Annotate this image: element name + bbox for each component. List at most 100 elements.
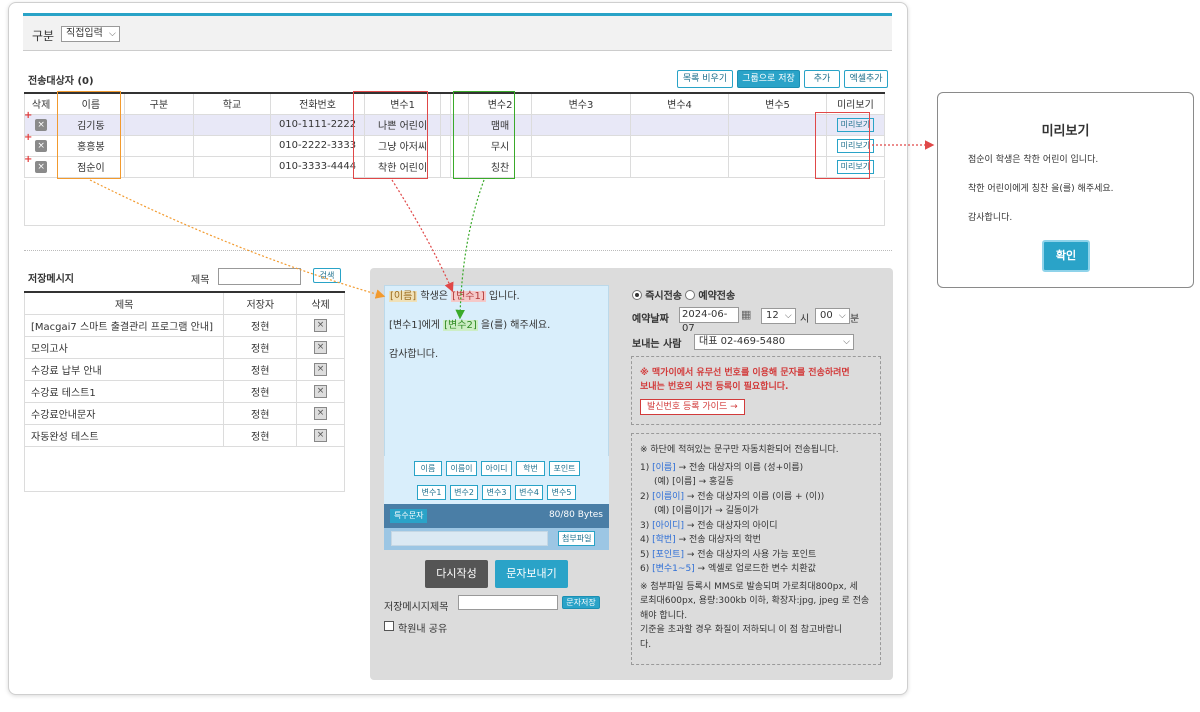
saved-author: 정현 (223, 379, 298, 403)
table-row[interactable]: [Macgai7 스마트 출결관리 프로그램 안내] 정현 × (23, 313, 345, 337)
rewrite-button[interactable]: 다시작성 (425, 560, 488, 588)
expand-icon[interactable]: + (24, 154, 32, 165)
cell-phone: 010-2222-3333 (269, 134, 366, 157)
sender-guide-button[interactable]: 발신번호 등록 가이드 → (640, 399, 745, 415)
saved-title[interactable]: 수강료 납부 안내 (23, 357, 225, 381)
confirm-button[interactable]: 확인 (1042, 240, 1090, 272)
preview-column-highlight (815, 112, 870, 179)
reserve-radio[interactable] (685, 290, 696, 300)
saved-author: 정현 (223, 401, 298, 425)
send-type-group: 즉시전송 예약전송 (632, 287, 735, 302)
saved-title[interactable]: 모의고사 (23, 335, 225, 359)
guide-head: ※ 하단에 적혀있는 문구만 자동치환되어 전송됩니다. (640, 445, 839, 455)
save-title-label: 저장메시지제목 (384, 602, 449, 613)
token-button-var5[interactable]: 변수5 (547, 485, 576, 500)
token-var2: [변수2] (443, 320, 478, 331)
token-button-point[interactable]: 포인트 (549, 461, 580, 476)
table-row[interactable]: 수강료 납부 안내 정현 × (23, 357, 345, 381)
delete-icon[interactable]: × (314, 428, 328, 442)
share-checkbox[interactable] (384, 621, 394, 631)
minute-unit: 분 (850, 314, 860, 325)
col-header: 학교 (193, 92, 271, 115)
send-button[interactable]: 문자보내기 (495, 560, 568, 588)
delete-icon[interactable]: × (35, 160, 48, 173)
saved-search-button[interactable]: 검색 (313, 268, 341, 283)
expand-icon[interactable]: + (24, 110, 32, 121)
token-button-var1[interactable]: 변수1 (417, 485, 446, 500)
saved-title[interactable]: 수강료 테스트1 (23, 379, 225, 403)
save-message-button[interactable]: 문자저장 (562, 596, 600, 609)
guide-item: 1) [이름] → 전송 대상자의 이름 (성+이름) (640, 462, 804, 473)
saved-title[interactable]: [Macgai7 스마트 출결관리 프로그램 안내] (23, 313, 225, 337)
guide-item: 2) [이름이] → 전송 대상자의 이름 (이름 + (이)) (640, 491, 825, 502)
col-header: 삭제 (296, 291, 345, 315)
sender-select[interactable]: 대표 02-469-5480 ⌵ (694, 334, 854, 350)
delete-icon[interactable]: × (314, 384, 328, 398)
message-line-3: 감사합니다. (389, 349, 439, 360)
col-header: 저장자 (223, 291, 298, 315)
minute-value: 00 (820, 310, 833, 321)
hour-select[interactable]: 12 ⌵ (761, 308, 796, 324)
col-header: 변수3 (531, 92, 631, 115)
add-button[interactable]: 추가 (804, 70, 840, 88)
delete-icon[interactable]: × (314, 340, 328, 354)
col-header: 제목 (23, 291, 225, 315)
preview-line-3: 감사합니다. (968, 213, 1013, 223)
saved-title[interactable]: 수강료안내문자 (23, 401, 225, 425)
category-select[interactable]: 직접입력 ⌵ (61, 26, 120, 42)
token-button-var3[interactable]: 변수3 (482, 485, 511, 500)
saved-search-input[interactable] (218, 268, 301, 285)
token-var1: [변수1] (451, 291, 486, 302)
guide-item: 3) [아이디] → 전송 대상자의 아이디 (640, 520, 778, 531)
calendar-icon[interactable]: ▦ (741, 308, 751, 321)
token-button-name[interactable]: 이름 (414, 461, 442, 476)
col-header: 변수4 (629, 92, 730, 115)
attach-bar: 첨부파일 (384, 528, 609, 550)
excel-add-button[interactable]: 엑셀추가 (844, 70, 888, 88)
table-row[interactable]: 수강료안내문자 정현 × (23, 401, 345, 425)
guide-box: ※ 하단에 적혀있는 문구만 자동치환되어 전송됩니다. 1) [이름] → 전… (631, 433, 881, 665)
saved-author: 정현 (223, 357, 298, 381)
token-button-var4[interactable]: 변수4 (515, 485, 543, 500)
attach-note: 다. (640, 639, 652, 650)
message-text: 입니다. (485, 291, 520, 302)
token-button-id[interactable]: 아이디 (481, 461, 512, 476)
attach-note: ※ 첨부파일 등록시 MMS로 발송되며 가로최대800px, 세 (640, 581, 858, 592)
preview-dialog: 미리보기 점순이 학생은 착한 어린이 입니다. 착한 어린이에게 칭찬 을(를… (937, 92, 1194, 288)
expand-icon[interactable]: + (24, 132, 32, 143)
cell-phone: 010-3333-4444 (269, 155, 366, 178)
chevron-down-icon: ⌵ (108, 29, 116, 39)
saved-messages-table: 제목 저장자 삭제 [Macgai7 스마트 출결관리 프로그램 안내] 정현 × … (23, 291, 345, 447)
save-title-input[interactable] (458, 595, 558, 610)
sender-warning-text: ※ 맥가이에서 유무선 번호를 이용해 문자를 전송하려면 보내는 번호의 사전… (640, 366, 876, 394)
delete-icon[interactable]: × (314, 406, 328, 420)
delete-icon[interactable]: × (35, 139, 48, 152)
table-row[interactable]: 수강료 테스트1 정현 × (23, 379, 345, 403)
attach-file-input[interactable] (391, 531, 548, 546)
attach-file-button[interactable]: 첨부파일 (558, 531, 596, 546)
delete-icon[interactable]: × (314, 362, 328, 376)
preview-line-1: 점순이 학생은 착한 어린이 입니다. (968, 155, 1099, 165)
save-group-button[interactable]: 그룹으로 저장 (737, 70, 800, 88)
share-label: 학원내 공유 (398, 624, 448, 635)
delete-icon[interactable]: × (314, 318, 328, 332)
guide-item: 6) [변수1~5] → 엑셀로 업로드한 변수 치환값 (640, 564, 816, 574)
date-input[interactable]: 2024-06-07 (679, 307, 739, 334)
message-textarea[interactable]: [이름] 학생은 [변수1] 입니다. [변수1]에게 [변수2] 을(를) 해… (384, 285, 609, 457)
clear-list-button[interactable]: 목록 비우기 (677, 70, 733, 88)
var2-column-highlight (453, 91, 515, 179)
guide-item: 4) [학번] → 전송 대상자의 학번 (640, 535, 761, 545)
col-spacer (439, 92, 452, 115)
token-button-name-i[interactable]: 이름이 (446, 461, 477, 476)
saved-table-empty-area (24, 443, 345, 492)
warn-line: ※ 맥가이에서 유무선 번호를 이용해 문자를 전송하려면 (640, 368, 850, 378)
immediate-radio[interactable] (632, 290, 642, 300)
token-button-var2[interactable]: 변수2 (450, 485, 478, 500)
delete-icon[interactable]: × (35, 118, 48, 131)
minute-select[interactable]: 00 ⌵ (815, 308, 850, 324)
col-header: 전화번호 (269, 92, 366, 115)
token-button-student-no[interactable]: 학번 (516, 461, 545, 476)
table-row[interactable]: 모의고사 정현 × (23, 335, 345, 359)
special-char-button[interactable]: 특수문자 (390, 509, 428, 523)
message-text: 학생은 (417, 291, 452, 302)
